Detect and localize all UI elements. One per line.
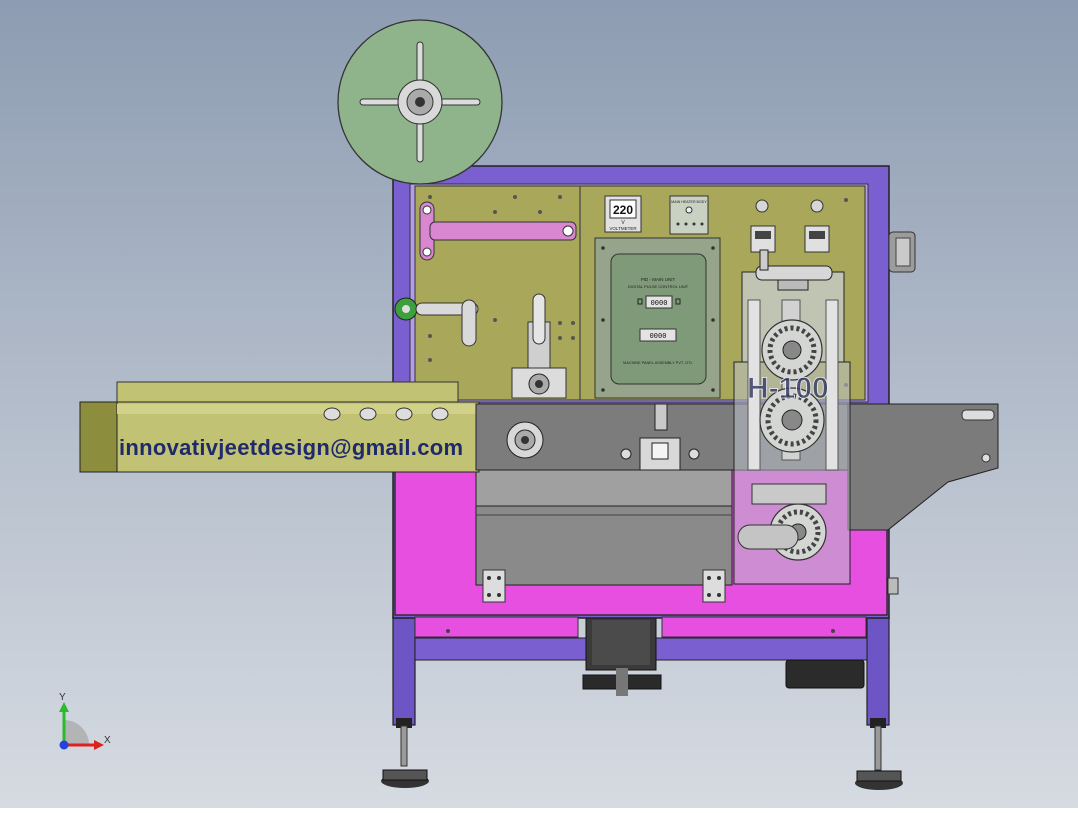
watermark-email: innovativjeetdesign@gmail.com xyxy=(119,435,463,460)
controller-display-1: 0000 xyxy=(651,299,668,307)
right-leg xyxy=(866,614,890,771)
panel-header: MAIN HEATER BODY xyxy=(671,200,707,204)
control-cabinet: PID - MAIN UNIT DIGITAL PULSE CONTROL UN… xyxy=(594,237,721,399)
discharge-chute xyxy=(847,403,999,531)
cad-viewport: 220 VOLTMETER V MAIN HEATER BODY PID - M… xyxy=(0,0,1078,808)
levelling-foot-icon xyxy=(381,769,429,788)
controller-footer: MACHINE PANEL ASSEMBLY PVT. LTD. xyxy=(623,361,693,365)
product-drawer xyxy=(475,469,733,586)
voltmeter-caption: VOLTMETER xyxy=(609,226,637,231)
machine-drawing: 220 VOLTMETER V MAIN HEATER BODY PID - M… xyxy=(59,19,999,790)
controller-display-2: 0000 xyxy=(650,332,667,340)
axis-x-label: X xyxy=(104,735,111,746)
levelling-foot-right-icon xyxy=(855,770,903,790)
drive-motor xyxy=(582,614,662,696)
voltmeter-value: 220 xyxy=(613,203,633,217)
voltmeter: 220 VOLTMETER V xyxy=(604,195,642,233)
film-reel-icon xyxy=(337,19,503,185)
controller-title-2: DIGITAL PULSE CONTROL UNIT xyxy=(628,284,689,289)
heater-indicator-box: MAIN HEATER BODY xyxy=(669,195,709,235)
axis-triad-icon: X Y xyxy=(59,692,111,750)
controller-title-1: PID - MAIN UNIT xyxy=(641,277,676,282)
left-leg xyxy=(392,614,416,767)
axis-y-label: Y xyxy=(59,692,66,703)
model-label: H-100 xyxy=(747,372,829,405)
gear-box xyxy=(785,659,865,689)
